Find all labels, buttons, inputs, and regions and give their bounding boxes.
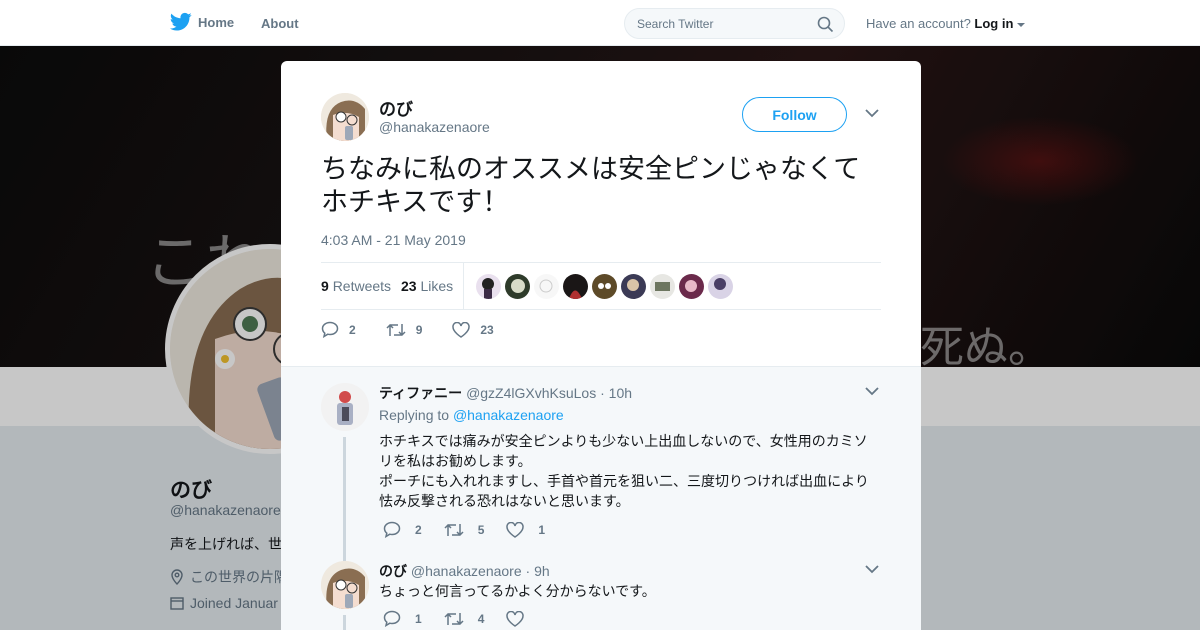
close-icon[interactable] xyxy=(1154,12,1178,36)
search-box xyxy=(624,8,845,39)
liker-avatar[interactable] xyxy=(563,274,588,299)
reply-action[interactable]: 2 xyxy=(383,521,422,538)
reply-author-handle[interactable]: @gzZ4lGXvhKsuLos xyxy=(466,385,596,401)
liker-avatar[interactable] xyxy=(650,274,675,299)
reply-text: ホチキスでは痛みが安全ピンよりも少ない上出血しないので、女性用のカミソリを私はお… xyxy=(379,431,879,511)
retweets-count: 9 xyxy=(321,278,329,294)
retweets-stat[interactable]: 9 Retweets xyxy=(321,278,391,294)
tweet-text: ちなみに私のオススメは安全ピンじゃなくてホチキスです！ xyxy=(321,154,861,217)
reply-text: ちょっと何言ってるかよく分からないです。 xyxy=(379,581,879,601)
reply-icon xyxy=(383,610,401,627)
liker-avatar[interactable] xyxy=(476,274,501,299)
reply-author-name[interactable]: ティファニー xyxy=(379,385,462,401)
stats-divider xyxy=(463,263,464,309)
liker-avatar[interactable] xyxy=(621,274,646,299)
chevron-down-icon[interactable] xyxy=(865,387,879,396)
liker-avatar[interactable] xyxy=(534,274,559,299)
replying-prefix: Replying to xyxy=(379,407,450,423)
reply-avatar[interactable] xyxy=(321,383,369,431)
login-link[interactable]: Log in xyxy=(974,16,1013,31)
reply-text-line: ポーチにも入れれますし、手首や首元を狙い二、三度切りつければ出血により怯み反撃さ… xyxy=(379,473,869,509)
reply-action[interactable]: 1 xyxy=(383,610,422,627)
reply-count: 1 xyxy=(415,611,422,626)
author-handle[interactable]: @hanakazenaore xyxy=(379,119,490,135)
like-action[interactable]: 23 xyxy=(452,321,494,338)
reply-time[interactable]: · 9h xyxy=(526,563,550,579)
author-name[interactable]: のび xyxy=(379,95,413,120)
replies-thread: ティファニー @gzZ4lGXvhKsuLos · 10h Replying t… xyxy=(281,366,921,630)
retweet-action[interactable]: 9 xyxy=(386,322,423,338)
reply-count: 2 xyxy=(349,322,356,337)
retweet-count: 4 xyxy=(477,611,485,626)
likes-count: 23 xyxy=(401,278,417,294)
like-action[interactable]: 1 xyxy=(506,521,546,538)
thread-connector xyxy=(343,437,346,562)
retweet-action[interactable]: 4 xyxy=(444,611,485,627)
caret-down-icon[interactable] xyxy=(1017,22,1026,28)
liker-avatar[interactable] xyxy=(505,274,530,299)
search-icon[interactable] xyxy=(817,16,834,33)
chevron-down-icon[interactable] xyxy=(865,565,879,574)
like-count: 23 xyxy=(480,322,494,337)
tweet-stats: 9 Retweets 23 Likes xyxy=(321,262,881,310)
reply-icon xyxy=(383,521,401,538)
follow-button[interactable]: Follow xyxy=(742,97,847,132)
nav-home-label: Home xyxy=(198,14,235,30)
replying-to-link[interactable]: @hanakazenaore xyxy=(453,407,564,423)
retweet-icon xyxy=(386,323,406,336)
top-navigation-bar: Home About Have an account? Log in xyxy=(0,0,1200,46)
reply-time[interactable]: · 10h xyxy=(600,385,632,401)
avatar-illustration xyxy=(321,561,369,609)
tweet-modal: のび @hanakazenaore Follow ちなみに私のオススメは安全ピン… xyxy=(281,61,921,630)
heart-icon xyxy=(506,610,525,627)
retweet-icon xyxy=(444,612,464,625)
reply-actions: 2 5 1 xyxy=(383,521,567,538)
reply-header: のび @hanakazenaore · 9h xyxy=(379,561,550,581)
retweet-count: 9 xyxy=(415,322,423,337)
reply-author-handle[interactable]: @hanakazenaore xyxy=(411,563,522,579)
nav-about-link[interactable]: About xyxy=(261,16,299,31)
account-prompt-text: Have an account? xyxy=(866,16,971,31)
twitter-bird-icon xyxy=(170,12,192,31)
liker-avatar[interactable] xyxy=(679,274,704,299)
retweet-count: 5 xyxy=(477,522,485,537)
likes-label: Likes xyxy=(420,278,454,294)
reply-text-line: ちょっと何言ってるかよく分からないです。 xyxy=(379,583,656,599)
retweets-label: Retweets xyxy=(332,278,392,294)
chevron-down-icon[interactable] xyxy=(865,109,879,118)
like-count: 1 xyxy=(538,522,546,537)
reply-author-name[interactable]: のび xyxy=(379,563,407,579)
liker-avatar[interactable] xyxy=(708,274,733,299)
retweet-icon xyxy=(444,523,464,536)
author-avatar[interactable] xyxy=(321,93,369,141)
reply-count: 2 xyxy=(415,522,422,537)
avatar-illustration xyxy=(321,383,369,431)
replying-to: Replying to @hanakazenaore xyxy=(379,407,564,423)
reply-icon xyxy=(321,321,339,338)
reply-avatar[interactable] xyxy=(321,561,369,609)
retweet-action[interactable]: 5 xyxy=(444,522,485,538)
login-prompt: Have an account? Log in xyxy=(866,16,1026,31)
tweet-timestamp[interactable]: 4:03 AM - 21 May 2019 xyxy=(321,232,466,248)
reply-actions: 1 4 xyxy=(383,610,560,627)
reply-action[interactable]: 2 xyxy=(321,321,356,338)
like-action[interactable] xyxy=(506,610,538,627)
tweet-actions: 2 9 23 xyxy=(321,321,524,338)
search-input[interactable] xyxy=(625,9,805,38)
reply-text-line: ホチキスでは痛みが安全ピンよりも少ない上出血しないので、女性用のカミソリを私はお… xyxy=(379,433,868,469)
nav-home-link[interactable]: Home xyxy=(170,12,234,32)
liker-avatar[interactable] xyxy=(592,274,617,299)
heart-icon xyxy=(452,321,471,338)
heart-icon xyxy=(506,521,525,538)
likes-stat[interactable]: 23 Likes xyxy=(401,278,453,294)
thread-connector xyxy=(343,615,346,630)
avatar-illustration xyxy=(321,93,369,141)
reply-header: ティファニー @gzZ4lGXvhKsuLos · 10h xyxy=(379,383,632,403)
